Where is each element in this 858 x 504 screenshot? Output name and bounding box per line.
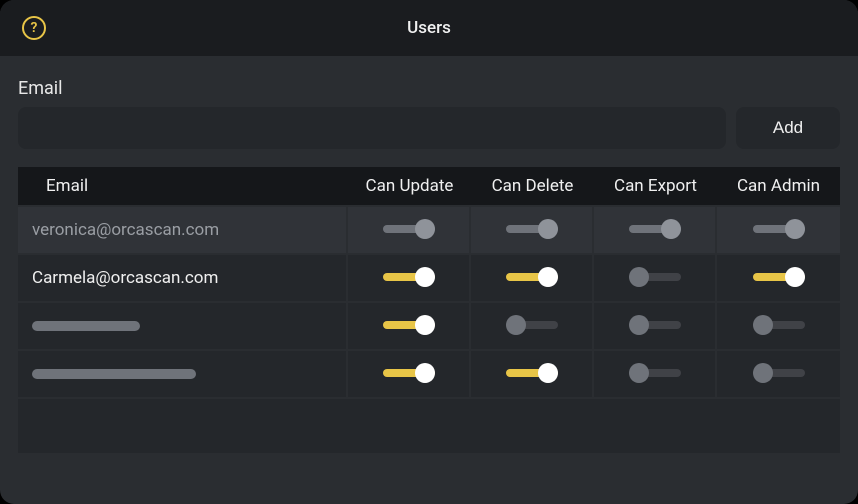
cell-can-admin bbox=[717, 253, 840, 301]
permission-toggle bbox=[753, 219, 805, 239]
header-can-admin: Can Admin bbox=[717, 167, 840, 205]
page-title: Users bbox=[0, 18, 858, 38]
redacted-email-placeholder bbox=[32, 321, 140, 331]
permission-toggle[interactable] bbox=[629, 363, 681, 383]
cell-can-update bbox=[348, 349, 471, 397]
cell-can-delete bbox=[471, 349, 594, 397]
cell-can-admin bbox=[717, 205, 840, 253]
header-email: Email bbox=[18, 167, 348, 205]
cell-can-admin bbox=[717, 301, 840, 349]
content: Email Add Email Can Update Can Delete Ca… bbox=[0, 56, 858, 453]
header-can-delete: Can Delete bbox=[471, 167, 594, 205]
permission-toggle[interactable] bbox=[629, 267, 681, 287]
cell-can-delete bbox=[471, 253, 594, 301]
table-row-empty bbox=[18, 397, 840, 453]
cell-can-update bbox=[348, 301, 471, 349]
permission-toggle[interactable] bbox=[753, 315, 805, 335]
permission-toggle[interactable] bbox=[753, 267, 805, 287]
cell-can-export bbox=[594, 301, 717, 349]
permission-toggle[interactable] bbox=[753, 363, 805, 383]
cell-email bbox=[18, 349, 348, 397]
permission-toggle[interactable] bbox=[506, 267, 558, 287]
permission-toggle bbox=[629, 219, 681, 239]
cell-can-admin bbox=[717, 349, 840, 397]
table-row bbox=[18, 349, 840, 397]
users-table: Email Can Update Can Delete Can Export C… bbox=[18, 167, 840, 453]
cell-email: veronica@orcascan.com bbox=[18, 205, 348, 253]
cell-can-export bbox=[594, 349, 717, 397]
email-field-label: Email bbox=[18, 78, 840, 99]
cell-can-update bbox=[348, 205, 471, 253]
permission-toggle[interactable] bbox=[506, 315, 558, 335]
header-can-update: Can Update bbox=[348, 167, 471, 205]
permission-toggle bbox=[383, 219, 435, 239]
cell-can-delete bbox=[471, 205, 594, 253]
permission-toggle[interactable] bbox=[383, 363, 435, 383]
add-user-button[interactable]: Add bbox=[736, 107, 840, 149]
table-row bbox=[18, 301, 840, 349]
cell-email bbox=[18, 301, 348, 349]
cell-can-delete bbox=[471, 301, 594, 349]
cell-email: Carmela@orcascan.com bbox=[18, 253, 348, 301]
permission-toggle[interactable] bbox=[383, 267, 435, 287]
permission-toggle bbox=[506, 219, 558, 239]
cell-can-export bbox=[594, 205, 717, 253]
users-window: ? Users Email Add Email Can Update Can D… bbox=[0, 0, 858, 504]
header-can-export: Can Export bbox=[594, 167, 717, 205]
add-user-row: Add bbox=[18, 107, 840, 149]
cell-can-update bbox=[348, 253, 471, 301]
permission-toggle[interactable] bbox=[629, 315, 681, 335]
table-row: Carmela@orcascan.com bbox=[18, 253, 840, 301]
permission-toggle[interactable] bbox=[506, 363, 558, 383]
email-input[interactable] bbox=[18, 107, 726, 149]
permission-toggle[interactable] bbox=[383, 315, 435, 335]
redacted-email-placeholder bbox=[32, 369, 196, 379]
help-icon[interactable]: ? bbox=[22, 16, 46, 40]
table-row: veronica@orcascan.com bbox=[18, 205, 840, 253]
titlebar: ? Users bbox=[0, 0, 858, 56]
cell-can-export bbox=[594, 253, 717, 301]
table-header-row: Email Can Update Can Delete Can Export C… bbox=[18, 167, 840, 205]
